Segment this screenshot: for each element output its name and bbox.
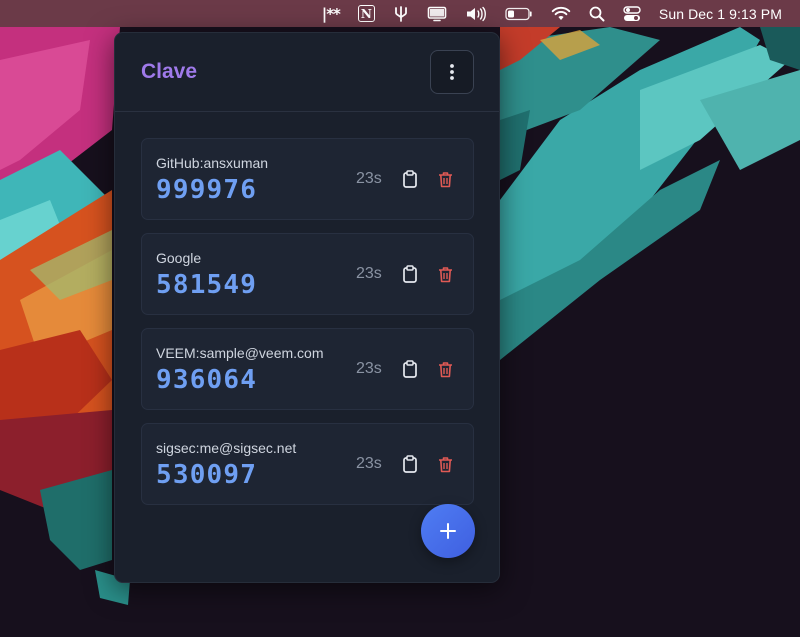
clipboard-icon <box>403 265 417 283</box>
account-issuer: sigsec:me@sigsec.net <box>156 440 297 456</box>
otp-code[interactable]: 581549 <box>156 270 257 300</box>
plus-icon <box>440 523 456 539</box>
clipboard-icon <box>403 455 417 473</box>
display-icon[interactable] <box>427 0 447 27</box>
otp-timer: 23s <box>356 360 382 377</box>
add-account-button[interactable] <box>421 504 475 558</box>
bitwarden-icon[interactable]: |** <box>322 0 341 27</box>
delete-button[interactable] <box>435 169 455 189</box>
account-card[interactable]: sigsec:me@sigsec.net 530097 23s <box>141 423 474 505</box>
otp-code[interactable]: 530097 <box>156 460 296 490</box>
more-menu-button[interactable] <box>430 50 474 94</box>
account-card[interactable]: Google 581549 23s <box>141 233 474 315</box>
wifi-icon[interactable] <box>551 0 571 27</box>
clipboard-icon <box>403 170 417 188</box>
account-actions: 23s <box>356 359 455 379</box>
app-header: Clave <box>115 33 499 112</box>
otp-code[interactable]: 936064 <box>156 365 323 395</box>
otp-timer: 23s <box>356 265 382 282</box>
search-icon[interactable] <box>589 0 605 27</box>
app-title: Clave <box>141 60 198 83</box>
account-actions: 23s <box>356 454 455 474</box>
account-card[interactable]: VEEM:sample@veem.com 936064 23s <box>141 328 474 410</box>
otp-timer: 23s <box>356 170 382 187</box>
account-info: VEEM:sample@veem.com 936064 <box>156 343 323 395</box>
clave-window: Clave GitHub:ansxuman 999976 23s Google … <box>114 32 500 583</box>
account-actions: 23s <box>356 264 455 284</box>
account-info: Google 581549 <box>156 248 257 300</box>
account-list: GitHub:ansxuman 999976 23s Google 581549… <box>115 112 499 505</box>
clipboard-icon <box>403 360 417 378</box>
copy-button[interactable] <box>400 454 420 474</box>
otp-code[interactable]: 999976 <box>156 175 268 205</box>
notion-icon-glyph: N <box>357 5 375 22</box>
delete-button[interactable] <box>435 359 455 379</box>
account-issuer: GitHub:ansxuman <box>156 155 269 171</box>
otp-timer: 23s <box>356 455 382 472</box>
battery-icon[interactable] <box>505 0 533 27</box>
control-center-icon[interactable] <box>623 0 641 27</box>
trash-icon <box>438 266 452 282</box>
copy-button[interactable] <box>400 264 420 284</box>
account-info: sigsec:me@sigsec.net 530097 <box>156 438 296 490</box>
account-card[interactable]: GitHub:ansxuman 999976 23s <box>141 138 474 220</box>
account-issuer: VEEM:sample@veem.com <box>156 345 324 361</box>
delete-button[interactable] <box>435 264 455 284</box>
volume-icon[interactable] <box>465 0 487 27</box>
more-vertical-icon <box>450 64 454 80</box>
delete-button[interactable] <box>435 454 455 474</box>
copy-button[interactable] <box>400 359 420 379</box>
fork-icon[interactable] <box>393 0 409 27</box>
trash-icon <box>438 171 452 187</box>
trash-icon <box>438 361 452 377</box>
menu-bar: |** N Sun Dec 1 9:13 PM <box>0 0 800 27</box>
copy-button[interactable] <box>400 169 420 189</box>
trash-icon <box>438 456 452 472</box>
account-issuer: Google <box>156 250 202 266</box>
notion-icon[interactable]: N <box>357 0 375 27</box>
account-actions: 23s <box>356 169 455 189</box>
menubar-clock[interactable]: Sun Dec 1 9:13 PM <box>659 0 782 27</box>
account-info: GitHub:ansxuman 999976 <box>156 153 268 205</box>
